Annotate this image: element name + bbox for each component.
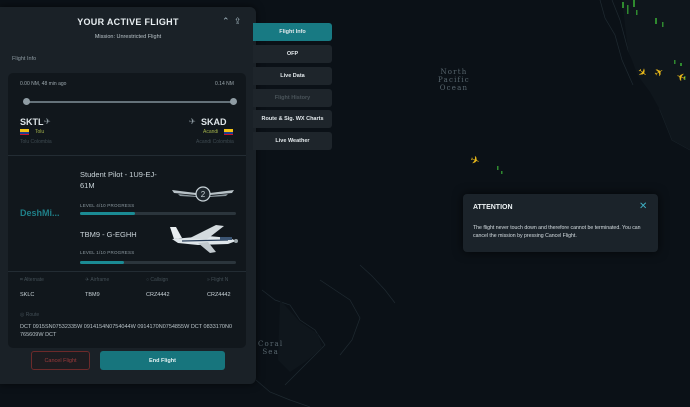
departure-marker: [23, 98, 30, 105]
route-label: ◎ Route: [20, 312, 39, 318]
airport-icon: ⌗: [20, 277, 23, 283]
callsign-label-text: Callsign: [150, 277, 169, 283]
pilot-progress-label: LEVEL 4/10 PROGRESS: [80, 203, 135, 208]
alternate-label: ⌗ Alternate: [20, 277, 44, 283]
arrival-city: Acandi: [203, 129, 219, 135]
colombia-flag-icon: [20, 129, 29, 135]
divider: [8, 155, 246, 156]
airframe-label-text: Airframe: [90, 277, 110, 283]
aircraft-name: TBM9 - G-EGHH: [80, 230, 137, 239]
tab-route-wx-charts[interactable]: Route & Sig. WX Charts: [253, 110, 332, 128]
tab-flight-history[interactable]: Flight History: [253, 89, 332, 107]
departure-city: Tolu: [35, 129, 45, 135]
aircraft-progress-fill: [80, 261, 124, 264]
distance-flown: 0.00 NM, 48 min ago: [20, 81, 67, 87]
arrival-icao: SKAD: [201, 117, 227, 127]
flight-number-label: » Flight N: [207, 277, 231, 283]
flight-card: 0.00 NM, 48 min ago 0.14 NM SKTL ✈ SKAD …: [8, 73, 246, 348]
tab-ofp[interactable]: OFP: [253, 45, 332, 63]
tab-live-weather[interactable]: Live Weather: [253, 132, 332, 150]
divider: [8, 271, 246, 272]
mission-subtitle: Mission: Unrestricted Flight: [94, 34, 162, 40]
tab-live-data[interactable]: Live Data: [253, 67, 332, 85]
chevron-up-icon[interactable]: ⌃: [222, 16, 230, 27]
dialog-title: ATTENTION: [473, 204, 513, 211]
ocean-label-line: Ocean: [439, 84, 469, 92]
distance-remaining: 0.14 NM: [215, 81, 234, 87]
headset-icon: ○: [146, 277, 150, 283]
alternate-label-text: Alternate: [23, 277, 44, 283]
route-label-text: Route: [25, 312, 40, 318]
pilot-progress-bar: [80, 212, 236, 215]
airline-name[interactable]: DeshMi...: [20, 208, 60, 218]
ocean-label: North Pacific Ocean: [438, 68, 470, 92]
callsign-info: ○ Callsign CRZ4442: [146, 277, 170, 298]
panel-title: YOUR ACTIVE FLIGHT: [77, 17, 179, 27]
plane-departure-icon: ✈: [44, 117, 51, 126]
aircraft-image: [170, 225, 238, 253]
sea-label-line: Sea: [262, 348, 280, 356]
route-string: DCT 0915SN07532335W 0914154N0754044W 091…: [20, 324, 233, 338]
airframe-info: ✈ Airframe TBM9: [85, 277, 109, 298]
aircraft-progress-bar: [80, 261, 236, 264]
alternate-info: ⌗ Alternate SKLC: [20, 277, 44, 298]
cancel-flight-button[interactable]: Cancel Flight: [31, 351, 90, 370]
departure-icao: SKTL: [20, 117, 44, 127]
plane-arrival-icon: ✈: [189, 117, 196, 126]
airplane-icon: ✈: [85, 277, 90, 283]
dialog-message: The flight never touch down and therefor…: [473, 225, 641, 239]
flight-number-value: CRZ4442: [207, 292, 231, 298]
pilot-name: Student Pilot - 1U9-EJ-61M: [80, 170, 157, 190]
pilot-wings-icon: 2: [172, 186, 234, 202]
close-icon[interactable]: ✕: [639, 202, 647, 212]
pilot-progress-fill: [80, 212, 135, 215]
callsign-label: ○ Callsign: [146, 277, 170, 283]
ocean-label-line: North: [440, 68, 468, 76]
callsign-value: CRZ4442: [146, 292, 170, 298]
svg-text:2: 2: [201, 190, 206, 199]
attention-dialog: ATTENTION ✕ The flight never touch down …: [463, 194, 658, 252]
departure-airport: Tolu Colombia: [20, 139, 52, 145]
colombia-flag-icon: [224, 129, 233, 135]
aircraft-progress-label: LEVEL 1/10 PROGRESS: [80, 250, 135, 255]
flight-number-info: » Flight N CRZ4442: [207, 277, 231, 298]
sea-label-line: Coral: [258, 340, 284, 348]
sea-label: Coral Sea: [258, 340, 283, 356]
airframe-value: TBM9: [85, 292, 100, 298]
alternate-value: SKLC: [20, 292, 35, 298]
flight-number-label-text: Flight N: [211, 277, 229, 283]
end-flight-button[interactable]: End Flight: [100, 351, 225, 370]
ocean-label-line: Pacific: [438, 76, 470, 84]
arrival-marker: [230, 98, 237, 105]
plane-takeoff-icon: »: [207, 277, 210, 283]
active-flight-panel: YOUR ACTIVE FLIGHT ⌃ ⇪ Mission: Unrestri…: [0, 7, 256, 384]
arrival-airport: Acandi Colombia: [196, 139, 234, 145]
route-icon: ◎: [20, 312, 25, 318]
airframe-label: ✈ Airframe: [85, 277, 109, 283]
section-label: Flight Info: [12, 56, 37, 62]
route-progress-track: [24, 101, 234, 103]
share-icon[interactable]: ⇪: [234, 16, 242, 27]
tab-flight-info[interactable]: Flight Info: [253, 23, 332, 41]
